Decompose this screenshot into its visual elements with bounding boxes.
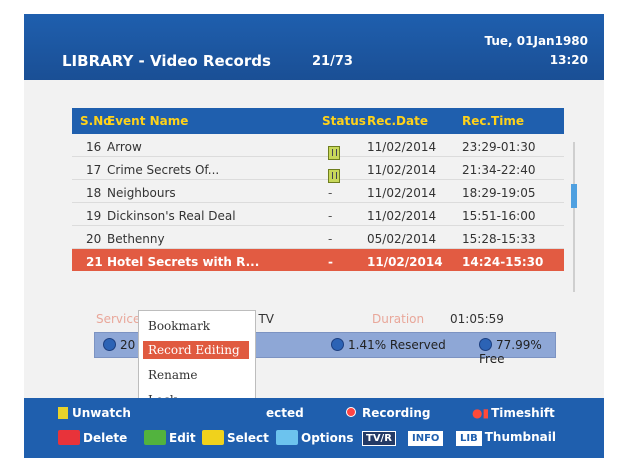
menu-item-record-editing[interactable]: Record Editing <box>143 341 249 359</box>
row-rec-date: 11/02/2014 <box>367 140 437 154</box>
thumbnail-key[interactable]: LIB Thumbnail <box>456 430 556 446</box>
row-event-name: Dickinson's Real Deal <box>107 209 236 223</box>
table-header: S.No Event Name Status Rec.Date Rec.Time <box>72 108 564 134</box>
row-event-name: Crime Secrets Of... <box>107 163 220 177</box>
row-rec-date: 05/02/2014 <box>367 232 437 246</box>
row-rec-time: 14:24-15:30 <box>462 255 544 269</box>
column-header-status: Status <box>322 114 366 128</box>
row-rec-time: 15:51-16:00 <box>462 209 536 223</box>
blue-key-icon <box>276 430 298 445</box>
red-key-icon <box>58 430 80 445</box>
row-status: - <box>328 255 333 269</box>
table-row-selected[interactable]: 21 Hotel Secrets with R... - 11/02/2014 … <box>72 249 564 271</box>
duration-value: 01:05:59 <box>450 312 504 326</box>
legend-recording: Recording <box>346 406 431 420</box>
yellow-key-icon <box>202 430 224 445</box>
row-sno: 18 <box>86 186 102 200</box>
disc-icon <box>331 338 344 351</box>
row-status: - <box>328 209 333 223</box>
table-row[interactable]: 20 Bethenny - 05/02/2014 15:28-15:33 <box>72 226 564 249</box>
row-sno: 16 <box>86 140 102 154</box>
menu-item-bookmark[interactable]: Bookmark <box>148 317 210 335</box>
column-header-rec-time: Rec.Time <box>462 114 524 128</box>
table-row[interactable]: 16 Arrow 11/02/2014 23:29-01:30 <box>72 134 564 160</box>
disc-icon <box>103 338 116 351</box>
row-rec-date: 11/02/2014 <box>367 209 437 223</box>
column-header-rec-date: Rec.Date <box>367 114 428 128</box>
row-event-name: Hotel Secrets with R... <box>107 255 260 269</box>
legend-selected: ected <box>266 406 304 420</box>
column-header-event-name: Event Name <box>107 114 189 128</box>
unwatched-icon <box>58 407 68 419</box>
info-key[interactable]: INFO <box>408 430 446 446</box>
scrollbar-track[interactable] <box>573 142 575 292</box>
options-key[interactable]: Options <box>276 430 354 445</box>
delete-key[interactable]: Delete <box>58 430 127 445</box>
scrollbar-thumb[interactable] <box>571 184 577 208</box>
storage-reserved: 1.41% Reserved <box>331 338 446 352</box>
table-row[interactable]: 19 Dickinson's Real Deal - 11/02/2014 15… <box>72 203 564 226</box>
row-rec-time: 21:34-22:40 <box>462 163 536 177</box>
footer-legend: Unwatch ected Recording ●▮ Timeshift Dele… <box>24 398 604 458</box>
edit-key[interactable]: Edit <box>144 430 196 445</box>
tvr-key[interactable]: TV/R <box>362 430 399 446</box>
header-bar: LIBRARY - Video Records 21/73 Tue, 01Jan… <box>24 14 604 80</box>
disc-icon <box>479 338 492 351</box>
time-display: 13:20 <box>549 53 588 67</box>
legend-timeshift: ●▮ Timeshift <box>472 406 555 420</box>
row-event-name: Arrow <box>107 140 142 154</box>
table-row[interactable]: 17 Crime Secrets Of... 11/02/2014 21:34-… <box>72 157 564 183</box>
row-event-name: Bethenny <box>107 232 165 246</box>
recording-icon <box>346 407 356 417</box>
row-sno: 17 <box>86 163 102 177</box>
storage-free: 77.99% Free <box>479 338 542 366</box>
row-rec-time: 23:29-01:30 <box>462 140 536 154</box>
records-table: S.No Event Name Status Rec.Date Rec.Time… <box>72 108 564 271</box>
row-status: - <box>328 232 333 246</box>
record-counter: 21/73 <box>312 54 353 69</box>
green-key-icon <box>144 430 166 445</box>
row-rec-date: 11/02/2014 <box>367 163 437 177</box>
row-sno: 20 <box>86 232 102 246</box>
date-display: Tue, 01Jan1980 <box>484 34 589 48</box>
page-title: LIBRARY - Video Records <box>62 52 271 70</box>
row-status: - <box>328 186 333 200</box>
menu-item-rename[interactable]: Rename <box>148 366 198 384</box>
duration-label: Duration <box>372 312 425 326</box>
row-rec-date: 11/02/2014 <box>367 255 443 269</box>
row-rec-date: 11/02/2014 <box>367 186 437 200</box>
tv-screen: LIBRARY - Video Records 21/73 Tue, 01Jan… <box>24 14 604 458</box>
select-key[interactable]: Select <box>202 430 269 445</box>
table-row[interactable]: 18 Neighbours - 11/02/2014 18:29-19:05 <box>72 180 564 203</box>
timeshift-icon: ●▮ <box>472 406 490 420</box>
row-sno: 19 <box>86 209 102 223</box>
row-sno: 21 <box>86 255 103 269</box>
row-rec-time: 18:29-19:05 <box>462 186 536 200</box>
row-rec-time: 15:28-15:33 <box>462 232 536 246</box>
row-event-name: Neighbours <box>107 186 176 200</box>
storage-used: 20 <box>103 338 135 352</box>
legend-unwatch: Unwatch <box>58 406 131 420</box>
